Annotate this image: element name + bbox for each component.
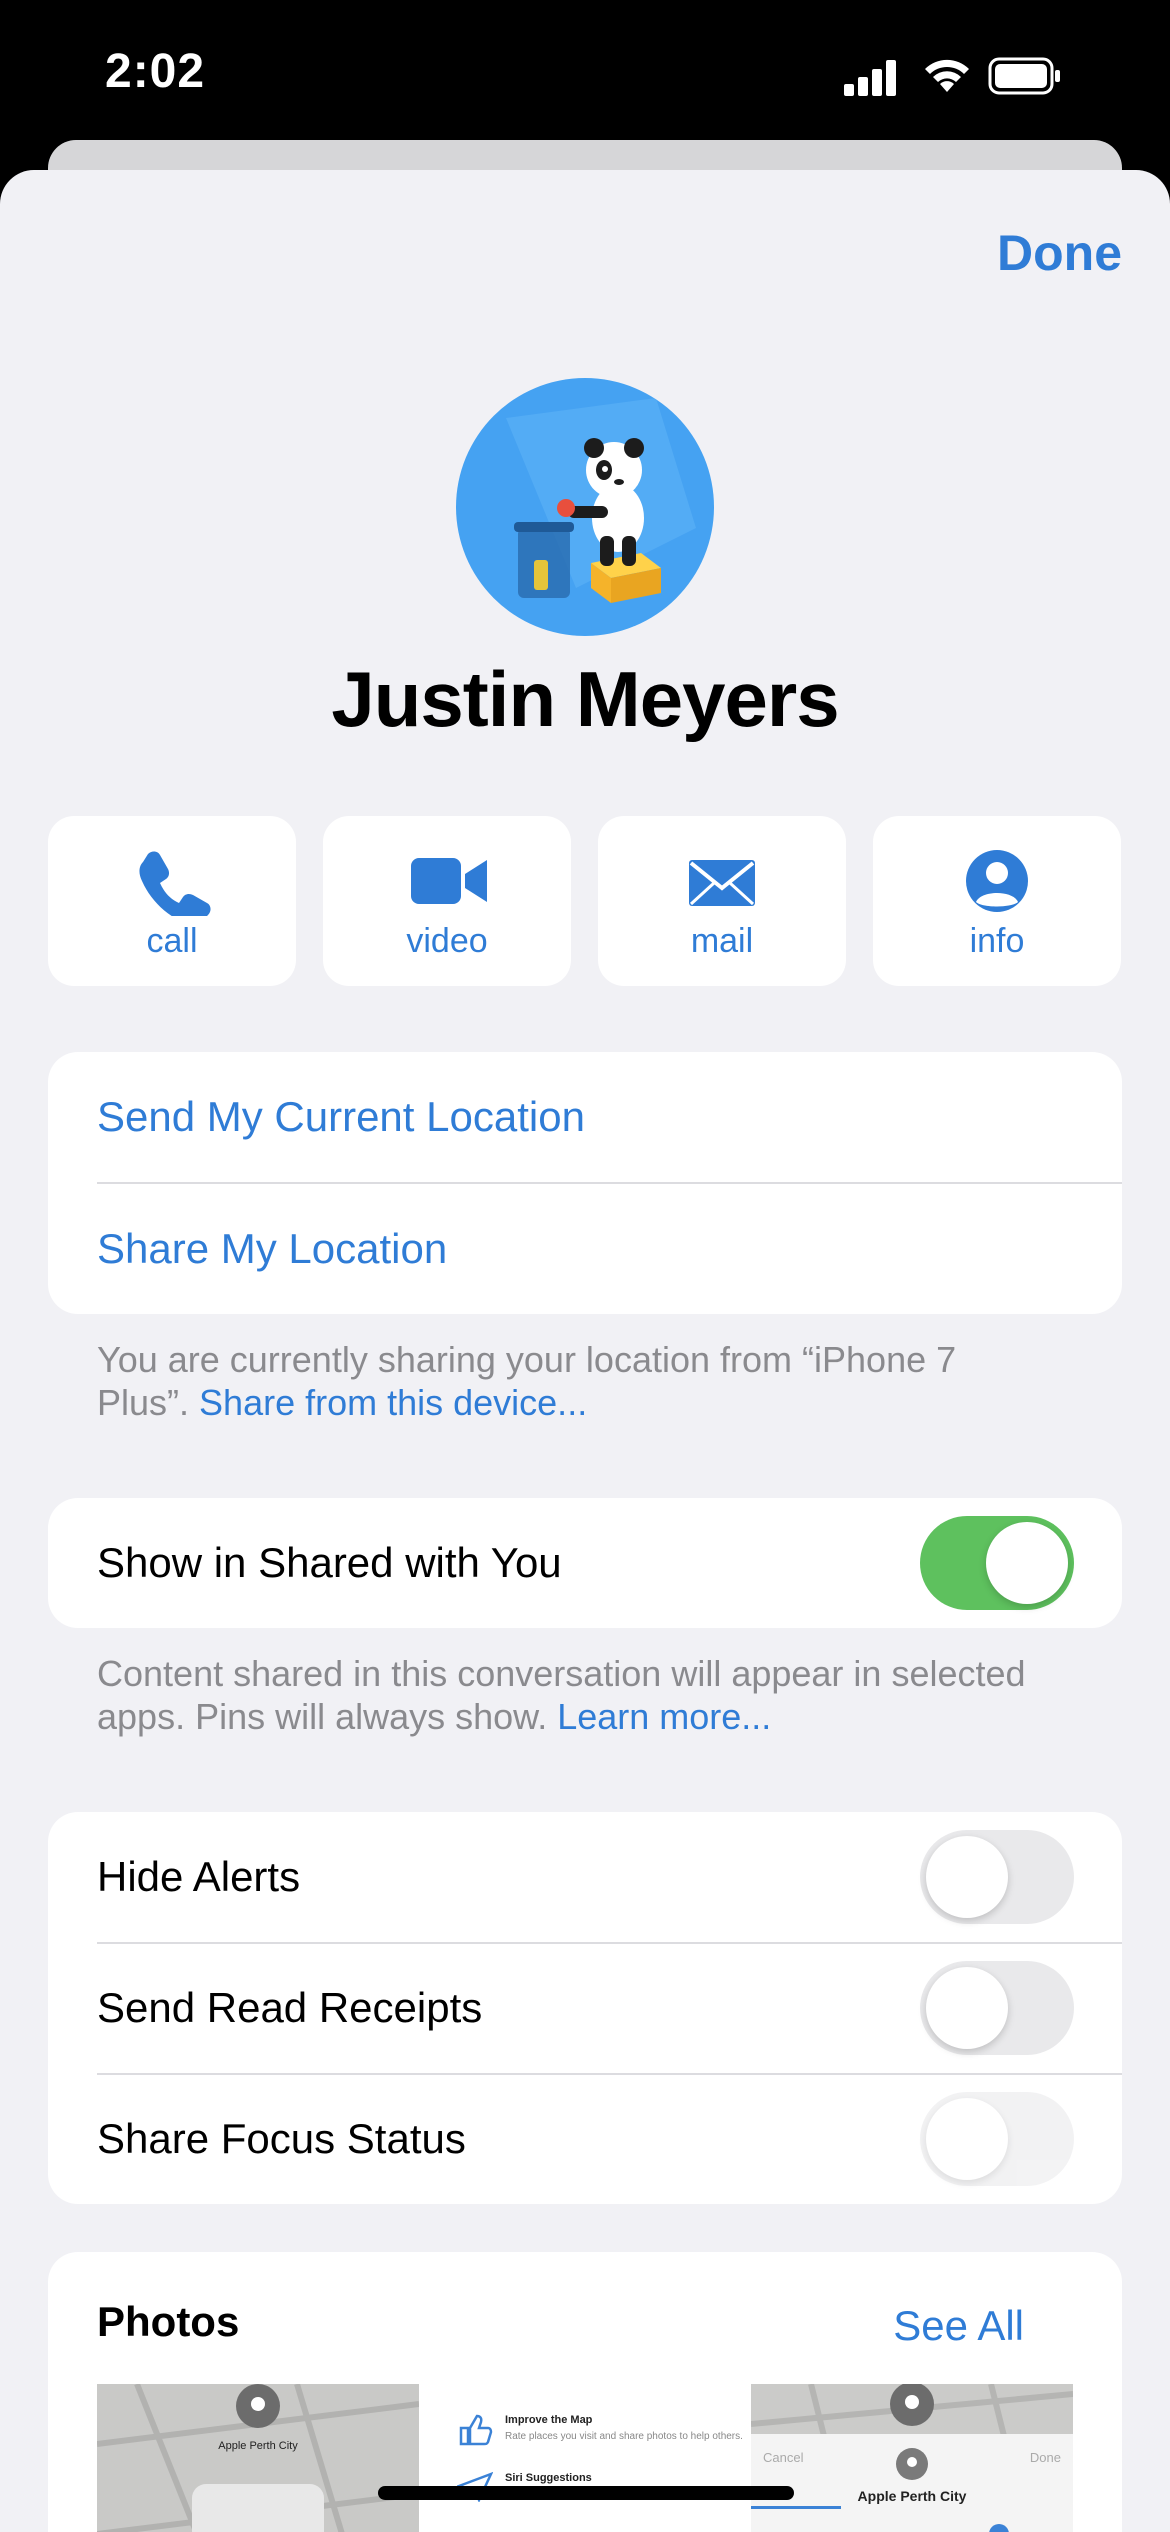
read-receipts-row: Send Read Receipts	[48, 1943, 1122, 2073]
place-title: Apple Perth City	[857, 2488, 967, 2504]
home-indicator[interactable]	[378, 2486, 794, 2500]
share-location-label: Share My Location	[97, 1225, 448, 1272]
map-thumbnail-image	[97, 2384, 419, 2532]
photo-thumbnail[interactable]: Cancel Done Apple Perth City	[751, 2384, 1073, 2532]
hide-alerts-label: Hide Alerts	[97, 1853, 301, 1900]
shared-with-you-card: Show in Shared with You	[48, 1498, 1122, 1628]
siri-suggestions-title: Siri Suggestions	[505, 2472, 592, 2484]
read-receipts-label: Send Read Receipts	[97, 1984, 483, 2031]
shared-with-you-row: Show in Shared with You	[48, 1498, 1122, 1628]
hide-alerts-toggle[interactable]	[920, 1830, 1074, 1924]
shared-with-you-footnote: Content shared in this conversation will…	[97, 1652, 1057, 1738]
send-current-location-row[interactable]: Send My Current Location	[48, 1052, 1122, 1182]
status-bar: 2:02	[0, 0, 1170, 150]
mail-label: mail	[690, 922, 754, 960]
envelope-icon	[689, 860, 755, 906]
cellular-signal-icon	[840, 56, 900, 96]
learn-more-link[interactable]: Learn more...	[557, 1696, 771, 1737]
photos-title: Photos	[97, 2298, 240, 2345]
location-card: Send My Current Location Share My Locati…	[48, 1052, 1122, 1314]
info-button[interactable]: info	[873, 816, 1121, 986]
video-camera-icon	[411, 858, 487, 904]
call-button[interactable]: call	[48, 816, 296, 986]
video-label: video	[406, 922, 488, 960]
share-focus-status-row: Share Focus Status	[48, 2074, 1122, 2204]
info-label: info	[969, 922, 1025, 960]
phone-icon	[139, 851, 211, 916]
cancel-label: Cancel	[763, 2450, 804, 2465]
wifi-icon	[925, 59, 969, 92]
thumbs-up-icon	[459, 2414, 493, 2446]
done-button[interactable]: Done	[997, 224, 1122, 282]
toggle-knob	[926, 1836, 1008, 1918]
contact-name: Justin Meyers	[331, 655, 839, 743]
improve-map-subtitle: Rate places you visit and share photos t…	[505, 2431, 743, 2442]
toggle-knob	[926, 2098, 1008, 2180]
status-icons	[840, 56, 1170, 96]
contact-avatar[interactable]	[456, 378, 714, 636]
panda-avatar-image	[506, 398, 696, 603]
conversation-settings-card: Hide Alerts Send Read Receipts Share Foc…	[48, 1812, 1122, 2204]
video-button[interactable]: video	[323, 816, 571, 986]
see-all-link[interactable]: See All	[893, 2302, 1024, 2350]
person-circle-icon	[966, 850, 1028, 912]
contact-details-sheet: Done Justin Meyers call video mail info …	[0, 170, 1170, 2532]
map-pin-label: Apple Perth City	[218, 2440, 298, 2452]
shared-with-you-toggle[interactable]	[920, 1516, 1074, 1610]
battery-icon	[988, 57, 1060, 95]
share-from-device-link[interactable]: Share from this device...	[199, 1382, 587, 1423]
share-focus-status-label: Share Focus Status	[97, 2115, 466, 2162]
share-focus-status-toggle[interactable]	[920, 2092, 1074, 2186]
location-footnote: You are currently sharing your location …	[97, 1338, 1057, 1424]
call-label: call	[146, 922, 198, 960]
shared-with-you-label: Show in Shared with You	[97, 1539, 562, 1586]
done-label: Done	[1029, 2450, 1061, 2465]
share-location-row[interactable]: Share My Location	[48, 1184, 1122, 1314]
status-time: 2:02	[105, 45, 206, 98]
hide-alerts-row: Hide Alerts	[48, 1812, 1122, 1942]
photo-thumbnail[interactable]: Improve the Map Rate places you visit an…	[423, 2384, 791, 2532]
toggle-knob	[986, 1522, 1068, 1604]
send-current-location-label: Send My Current Location	[97, 1093, 585, 1140]
read-receipts-toggle[interactable]	[920, 1961, 1074, 2055]
photo-thumbnail[interactable]: Apple Perth City	[97, 2384, 419, 2532]
improve-map-title: Improve the Map	[505, 2414, 593, 2426]
mail-button[interactable]: mail	[598, 816, 846, 986]
toggle-knob	[926, 1967, 1008, 2049]
